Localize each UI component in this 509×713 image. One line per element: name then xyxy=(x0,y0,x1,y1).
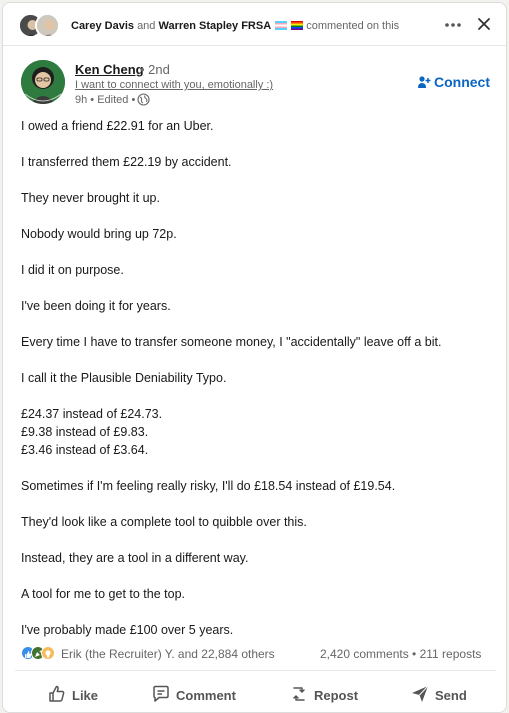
send-icon xyxy=(412,685,429,702)
post-text-line: Every time I have to transfer someone mo… xyxy=(21,335,442,349)
post-text-line: I've probably made £100 over 5 years. xyxy=(21,623,234,637)
insightful-icon xyxy=(41,646,55,660)
ellipsis-icon xyxy=(445,23,461,27)
thumbs-up-icon xyxy=(49,685,65,702)
engagement-counts[interactable]: 2,420 comments • 211 reposts xyxy=(320,647,481,661)
post-text-line: I did it on purpose. xyxy=(21,263,124,277)
post-text-line: Nobody would bring up 72p. xyxy=(21,227,177,241)
repost-label: Repost xyxy=(314,688,359,703)
post-text-line: £9.38 instead of £9.83. xyxy=(21,425,149,439)
post-text-line: They never brought it up. xyxy=(21,191,160,205)
post-text-line: Instead, they are a tool in a different … xyxy=(21,551,249,565)
post-text-line: A tool for me to get to the top. xyxy=(21,587,185,601)
commenter-name[interactable]: Warren Stapley FRSA xyxy=(158,20,271,32)
conjunction: and xyxy=(137,20,156,32)
add-person-icon xyxy=(418,76,431,88)
connection-degree: • 2nd xyxy=(140,62,170,77)
reaction-icons[interactable] xyxy=(21,645,61,661)
divider xyxy=(15,670,496,671)
activity-action: commented on this xyxy=(306,20,400,32)
more-options-button[interactable] xyxy=(441,14,465,36)
activity-text: Carey Davis and Warren Stapley FRSA comm… xyxy=(71,20,399,32)
post-card: Carey Davis and Warren Stapley FRSA comm… xyxy=(2,2,507,713)
post-text-line: I call it the Plausible Deniability Typo… xyxy=(21,371,227,385)
avatar[interactable] xyxy=(35,13,60,38)
author-name[interactable]: Ken Cheng xyxy=(75,62,144,77)
send-button[interactable]: Send xyxy=(410,683,470,707)
trans-flag-icon xyxy=(275,21,288,30)
like-label: Like xyxy=(72,688,99,703)
close-button[interactable] xyxy=(473,13,495,35)
post-text-line: I owed a friend £22.91 for an Uber. xyxy=(21,119,214,133)
commenter-name[interactable]: Carey Davis xyxy=(71,20,134,32)
connect-button[interactable]: Connect xyxy=(417,74,490,90)
close-icon xyxy=(478,18,490,30)
repost-icon xyxy=(293,687,305,701)
send-label: Send xyxy=(435,688,467,703)
connect-label: Connect xyxy=(434,74,490,90)
comment-icon xyxy=(153,685,169,702)
post-text-line: I've been doing it for years. xyxy=(21,299,171,313)
reactors-text[interactable]: Erik (the Recruiter) Y. and 22,884 other… xyxy=(61,647,275,661)
post-text-line: They'd look like a complete tool to quib… xyxy=(21,515,307,529)
comment-label: Comment xyxy=(176,688,236,703)
author-headline[interactable]: I want to connect with you, emotionally … xyxy=(75,79,273,91)
like-button[interactable]: Like xyxy=(47,683,107,707)
post-text-line: Sometimes if I'm feeling really risky, I… xyxy=(21,479,396,493)
comment-button[interactable]: Comment xyxy=(151,683,241,707)
commenter-avatars[interactable] xyxy=(18,13,62,39)
post-text-line: £24.37 instead of £24.73. xyxy=(21,407,163,421)
post-meta: 9h • Edited • xyxy=(75,94,136,106)
globe-icon xyxy=(137,93,150,106)
rainbow-flag-icon xyxy=(291,21,304,30)
post-header: Carey Davis and Warren Stapley FRSA comm… xyxy=(3,3,506,46)
post-text-line: £3.46 instead of £3.64. xyxy=(21,443,149,457)
author-avatar[interactable] xyxy=(21,60,65,104)
post-text-line: I transferred them £22.19 by accident. xyxy=(21,155,232,169)
repost-button[interactable]: Repost xyxy=(289,683,359,707)
